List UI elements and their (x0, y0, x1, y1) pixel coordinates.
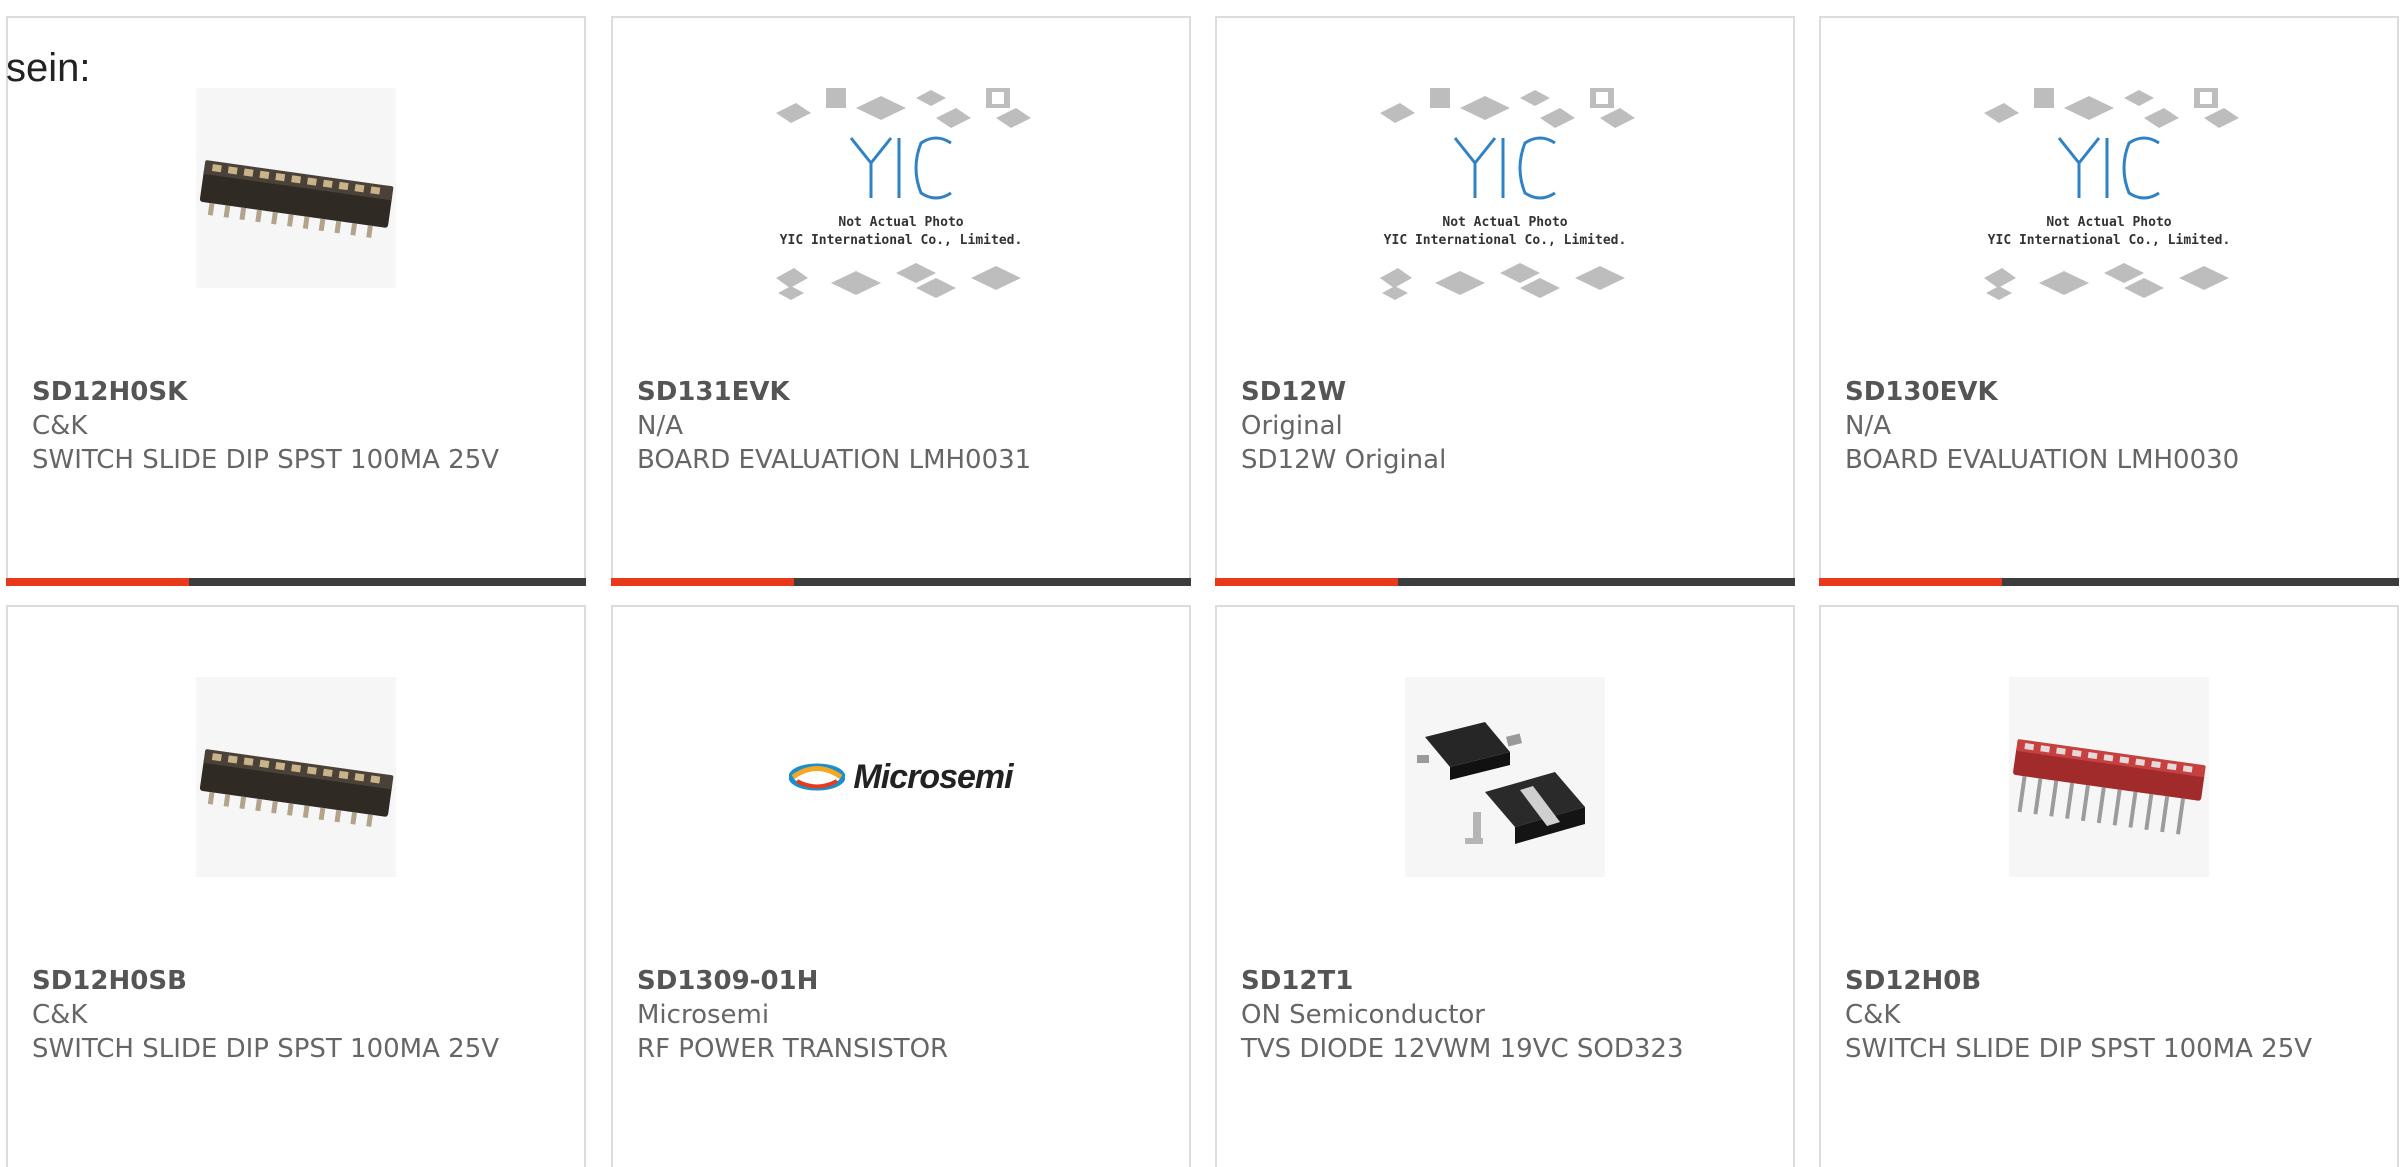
product-card[interactable]: SD12T1 ON Semiconductor TVS DIODE 12VWM … (1215, 605, 1795, 1167)
card-bar-accent (611, 578, 794, 586)
part-number[interactable]: SD131EVK (637, 375, 1165, 409)
sod323-diode-image (1405, 677, 1605, 877)
placeholder-line1: Not Actual Photo (2046, 215, 2171, 230)
placeholder-line2: YIC International Co., Limited. (1384, 233, 1627, 248)
product-card[interactable]: Microsemi SD1309-01H Microsemi RF POWER … (611, 605, 1191, 1167)
part-number[interactable]: SD12H0SB (32, 964, 560, 998)
description: SD12W Original (1241, 445, 1447, 475)
product-card[interactable]: SD12H0SK C&K SWITCH SLIDE DIP SPST 100MA… (6, 16, 586, 586)
microsemi-logo: Microsemi (789, 757, 1014, 797)
product-image (1217, 657, 1793, 897)
product-image: Not Actual Photo YIC International Co., … (1821, 68, 2397, 308)
product-image (1821, 657, 2397, 897)
product-image (8, 657, 584, 897)
dip-switch-red-image (2009, 677, 2209, 877)
placeholder-line1: Not Actual Photo (1442, 215, 1567, 230)
product-image: Not Actual Photo YIC International Co., … (613, 68, 1189, 308)
card-bar-accent (1819, 578, 2002, 586)
intro-text: sein: (6, 46, 91, 90)
description: BOARD EVALUATION LMH0030 (1845, 445, 2240, 475)
card-bar (1215, 578, 1795, 586)
manufacturer: N/A (637, 411, 683, 441)
manufacturer: C&K (1845, 1000, 1901, 1030)
placeholder-line1: Not Actual Photo (838, 215, 963, 230)
microsemi-swoosh-icon (789, 763, 846, 791)
manufacturer: C&K (32, 411, 88, 441)
description: BOARD EVALUATION LMH0031 (637, 445, 1032, 475)
manufacturer: Original (1241, 411, 1343, 441)
product-image (8, 68, 584, 308)
part-number[interactable]: SD130EVK (1845, 375, 2373, 409)
product-card[interactable]: SD12H0SB C&K SWITCH SLIDE DIP SPST 100MA… (6, 605, 586, 1167)
part-number[interactable]: SD1309-01H (637, 964, 1165, 998)
part-number[interactable]: SD12H0SK (32, 375, 560, 409)
description: SWITCH SLIDE DIP SPST 100MA 25V (32, 445, 500, 475)
card-bar-accent (6, 578, 189, 586)
product-card[interactable]: Not Actual Photo YIC International Co., … (1819, 16, 2399, 586)
microsemi-wordmark: Microsemi (853, 757, 1013, 796)
manufacturer: ON Semiconductor (1241, 1000, 1485, 1030)
description: SWITCH SLIDE DIP SPST 100MA 25V (32, 1034, 500, 1064)
manufacturer: Microsemi (637, 1000, 770, 1030)
product-card[interactable]: Not Actual Photo YIC International Co., … (1215, 16, 1795, 586)
yic-placeholder-image: Not Actual Photo YIC International Co., … (1380, 88, 1635, 300)
description: RF POWER TRANSISTOR (637, 1034, 949, 1064)
card-bar (611, 578, 1191, 586)
placeholder-line2: YIC International Co., Limited. (780, 233, 1023, 248)
card-bar-accent (1215, 578, 1398, 586)
part-number[interactable]: SD12W (1241, 375, 1769, 409)
manufacturer: N/A (1845, 411, 1891, 441)
product-card[interactable]: SD12H0B C&K SWITCH SLIDE DIP SPST 100MA … (1819, 605, 2399, 1167)
yic-placeholder-image: Not Actual Photo YIC International Co., … (776, 88, 1031, 300)
product-image: Not Actual Photo YIC International Co., … (1217, 68, 1793, 308)
product-card[interactable]: Not Actual Photo YIC International Co., … (611, 16, 1191, 586)
dip-switch-image (196, 677, 396, 877)
card-bar (6, 578, 586, 586)
product-image: Microsemi (613, 657, 1189, 897)
part-number[interactable]: SD12T1 (1241, 964, 1769, 998)
yic-placeholder-image: Not Actual Photo YIC International Co., … (1984, 88, 2239, 300)
dip-switch-image (196, 88, 396, 288)
placeholder-line2: YIC International Co., Limited. (1988, 233, 2231, 248)
manufacturer: C&K (32, 1000, 88, 1030)
description: TVS DIODE 12VWM 19VC SOD323 (1241, 1034, 1684, 1064)
part-number[interactable]: SD12H0B (1845, 964, 2373, 998)
card-bar (1819, 578, 2399, 586)
description: SWITCH SLIDE DIP SPST 100MA 25V (1845, 1034, 2313, 1064)
